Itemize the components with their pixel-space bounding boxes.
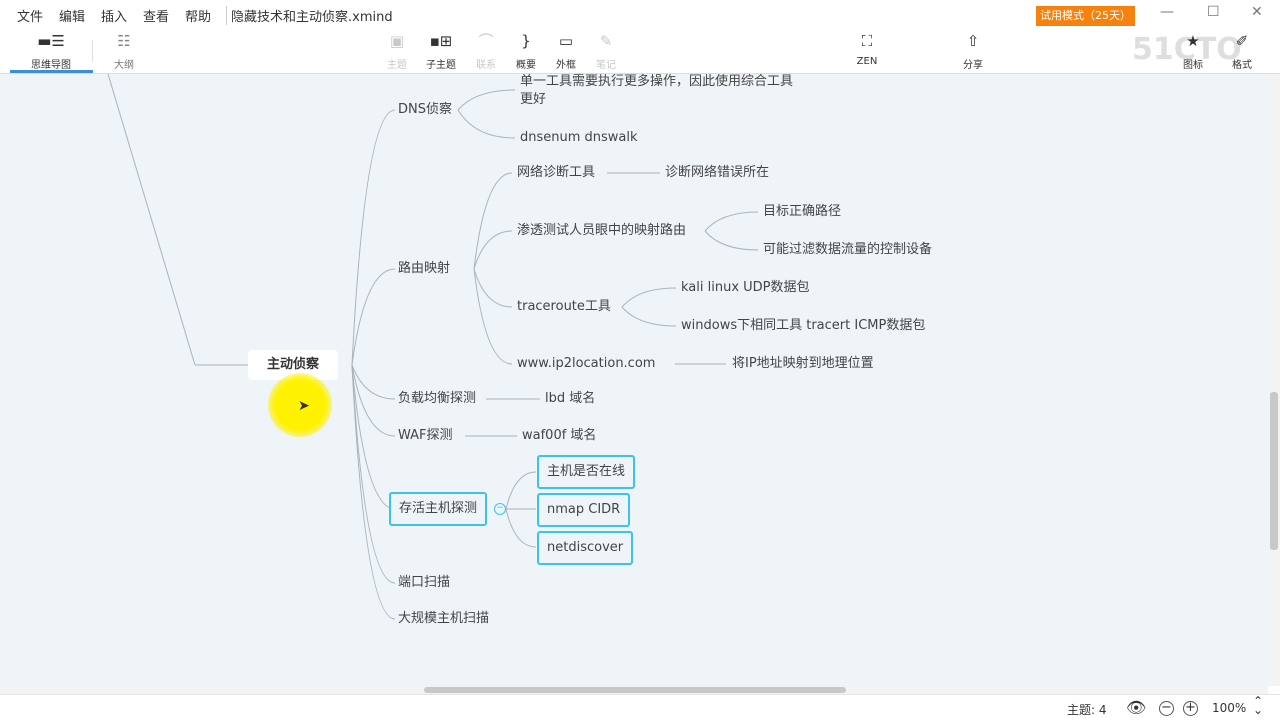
zoom-level: 100%	[1212, 701, 1247, 715]
connector-line	[107, 74, 196, 366]
topic-r4[interactable]: www.ip2location.com	[517, 356, 655, 372]
topic-a1[interactable]: 主机是否在线	[537, 455, 636, 489]
note-button[interactable]: ✎ 笔记	[581, 28, 631, 71]
topic-alive[interactable]: 存活主机探测	[389, 492, 488, 526]
connector-line	[473, 230, 513, 270]
zen-button[interactable]: ⛶ ZEN	[842, 28, 892, 67]
toolbar: ▬☰ 思维导图 ☷ 大纲 ▣ 主题 ▪⊞ 子主题 ⌒ 联系 } 概要 ▭ 外框 ✎ 笔记 ⛶ ZE…	[0, 28, 1280, 74]
topic-r1a[interactable]: 诊断网络错误所在	[665, 165, 769, 181]
topic-dns-c1b[interactable]: 更好	[520, 92, 546, 108]
topic-route[interactable]: 路由映射	[398, 261, 450, 277]
horizontal-scroll-thumb[interactable]	[424, 687, 846, 693]
connector-lines	[107, 74, 759, 620]
vertical-scrollbar[interactable]	[1268, 74, 1280, 686]
connector-line	[704, 230, 759, 251]
menu-help[interactable]: 帮助	[185, 6, 211, 25]
collapse-toggle[interactable]: −	[494, 503, 506, 515]
topic-lb[interactable]: 负载均衡探测	[398, 391, 476, 407]
zoom-out-button[interactable]: −	[1159, 701, 1174, 716]
topic-r1[interactable]: 网络诊断工具	[517, 165, 595, 181]
topic-port[interactable]: 端口扫描	[398, 575, 450, 591]
connector-line	[473, 268, 513, 308]
connector-line	[351, 364, 396, 437]
topic-dns-c1a[interactable]: 单一工具需要执行更多操作，因此使用综合工具	[520, 74, 793, 90]
divider	[92, 40, 93, 62]
star-icon: ★	[1186, 32, 1200, 50]
topic-button[interactable]: ▣ 主题	[372, 28, 422, 71]
topic-r2b[interactable]: 可能过滤数据流量的控制设备	[763, 242, 932, 258]
tab-outline[interactable]: ☷ 大纲	[99, 28, 149, 71]
connector-line	[457, 89, 516, 111]
topic-a3[interactable]: netdiscover	[537, 531, 634, 565]
connector-line	[621, 306, 677, 327]
connector-line	[351, 364, 396, 584]
maximize-button[interactable]: ☐	[1207, 4, 1220, 20]
mindmap-canvas[interactable]: 主动侦察 DNS侦察 单一工具需要执行更多操作，因此使用综合工具 更好 dnsenum…	[0, 74, 1268, 686]
connector-line	[505, 471, 537, 510]
eye-icon[interactable]: 👁	[1126, 698, 1146, 717]
topic-r3[interactable]: traceroute工具	[517, 299, 611, 315]
outline-icon: ☷	[117, 32, 131, 50]
title-bar: 文件 编辑 插入 查看 帮助 隐藏技术和主动侦察.xmind 试用模式（25天）…	[0, 0, 1280, 28]
connector-line	[704, 211, 759, 232]
close-button[interactable]: ✕	[1251, 4, 1263, 20]
trial-badge[interactable]: 试用模式（25天）	[1036, 6, 1135, 26]
topic-icon: ▣	[389, 32, 405, 50]
topic-waf1[interactable]: waf00f 域名	[522, 428, 596, 444]
note-icon: ✎	[599, 32, 613, 50]
subtopic-button[interactable]: ▪⊞ 子主题	[416, 28, 466, 71]
tab-mindmap[interactable]: ▬☰ 思维导图	[26, 28, 76, 71]
minimize-button[interactable]: —	[1160, 4, 1174, 20]
topic-count: 主题: 4	[1067, 703, 1107, 717]
format-panel-button[interactable]: ✐ 格式	[1217, 28, 1267, 71]
connector-line	[621, 287, 677, 308]
connector-line	[505, 508, 537, 548]
vertical-scroll-thumb[interactable]	[1270, 392, 1278, 550]
zoom-in-button[interactable]: +	[1183, 701, 1198, 716]
share-icon: ⇧	[966, 32, 980, 50]
topic-a2[interactable]: nmap CIDR	[537, 493, 631, 527]
brush-icon: ✐	[1235, 32, 1249, 50]
status-bar: 主题: 4 👁 − + 100% ⌃ ⌄	[0, 694, 1280, 720]
topic-r2a[interactable]: 目标正确路径	[763, 204, 841, 220]
topic-r3a[interactable]: kali linux UDP数据包	[681, 280, 810, 296]
document-title: 隐藏技术和主动侦察.xmind	[226, 6, 393, 25]
menu-view[interactable]: 查看	[143, 6, 169, 25]
zoom-stepper-icon[interactable]: ⌃ ⌄	[1253, 695, 1263, 716]
mindmap-icon: ▬☰	[37, 32, 65, 50]
menu-insert[interactable]: 插入	[101, 6, 127, 25]
topic-r2[interactable]: 渗透测试人员眼中的映射路由	[517, 223, 686, 239]
share-button[interactable]: ⇧ 分享	[948, 28, 998, 71]
active-tab-indicator	[10, 70, 93, 73]
connector-line	[351, 364, 396, 510]
horizontal-scrollbar[interactable]	[0, 686, 1268, 694]
subtopic-icon: ▪⊞	[429, 32, 453, 50]
topic-dns[interactable]: DNS侦察	[398, 102, 452, 118]
icons-panel-button[interactable]: ★ 图标	[1168, 28, 1218, 71]
connector-line	[457, 109, 516, 139]
menu-edit[interactable]: 编辑	[59, 6, 85, 25]
topic-mass[interactable]: 大规模主机扫描	[398, 611, 489, 627]
topic-waf[interactable]: WAF探测	[398, 428, 453, 444]
connector-line	[351, 268, 396, 366]
topic-r3b[interactable]: windows下相同工具 tracert ICMP数据包	[681, 318, 925, 334]
fullscreen-icon: ⛶	[861, 32, 873, 50]
topic-lb1[interactable]: lbd 域名	[545, 391, 595, 407]
topic-r4a[interactable]: 将IP地址映射到地理位置	[732, 356, 874, 372]
topic-dns-c2[interactable]: dnsenum dnswalk	[520, 130, 638, 146]
mouse-cursor-icon: ➤	[298, 398, 310, 414]
menu-file[interactable]: 文件	[17, 6, 43, 25]
